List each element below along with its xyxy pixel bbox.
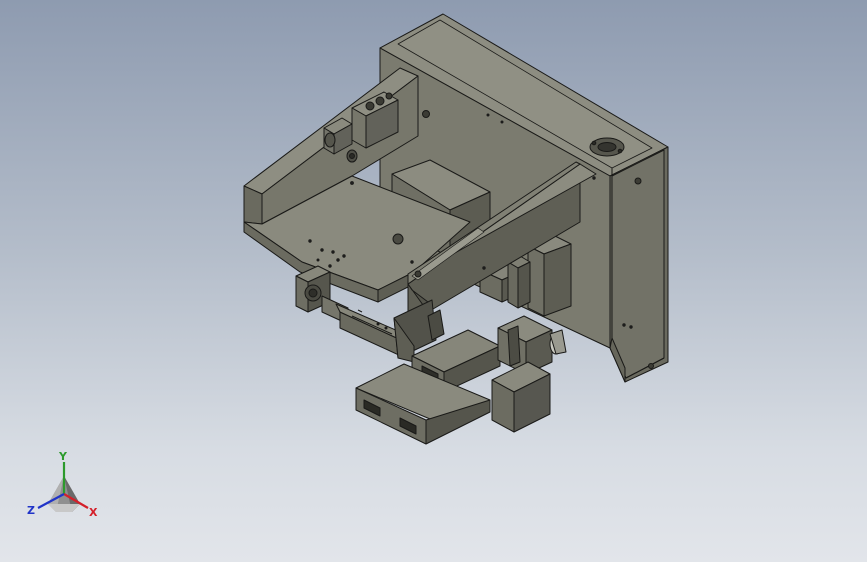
graphics-viewport[interactable]: Y X Z — [0, 0, 867, 562]
z-axis-label: Z — [27, 504, 35, 517]
axis-triad: Y X Z — [27, 450, 98, 519]
cad-assembly-model[interactable] — [0, 0, 867, 562]
y-axis-label: Y — [58, 450, 68, 463]
x-axis-label: X — [89, 506, 98, 519]
